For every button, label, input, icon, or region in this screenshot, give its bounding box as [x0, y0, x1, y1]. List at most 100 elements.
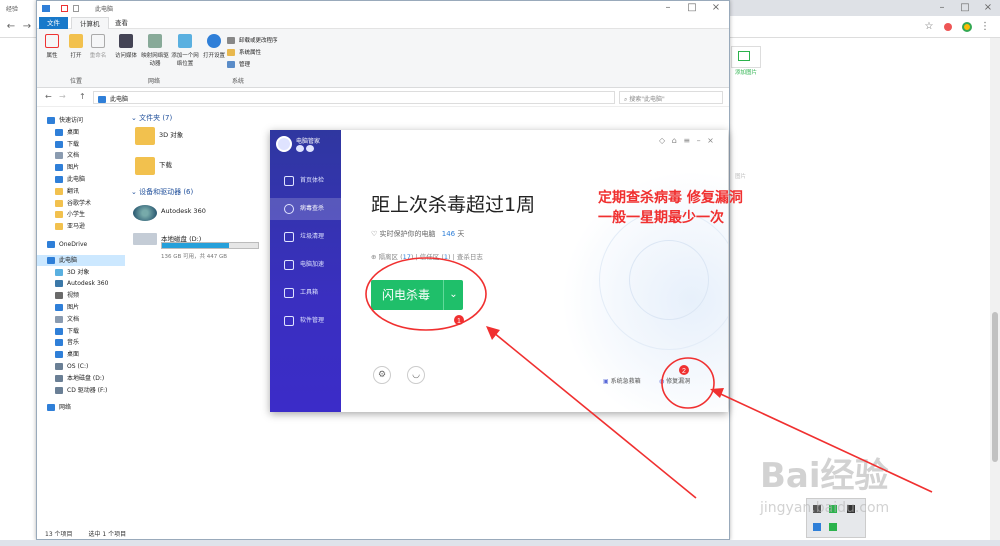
rename-button[interactable]: 重命名	[85, 34, 111, 59]
sidebar-item[interactable]: 翻讯	[37, 186, 125, 197]
close-icon[interactable]: ×	[707, 136, 714, 145]
folders-header[interactable]: ⌄ 文件夹 (7)	[131, 113, 172, 123]
quick-scan-button[interactable]: 闪电杀毒 ⌄	[371, 280, 463, 310]
scan-log-link[interactable]: 查杀日志	[457, 253, 483, 261]
page-scrollbar[interactable]	[990, 38, 1000, 546]
sidebar-item[interactable]: 此电脑	[37, 174, 125, 185]
sidebar-item[interactable]: 小学生	[37, 209, 125, 220]
sidebar-item[interactable]: 视频	[37, 290, 125, 301]
manage-label: 管理	[239, 62, 251, 68]
sidebar-item[interactable]: 网络	[37, 402, 125, 413]
minimize-icon[interactable]: –	[697, 136, 701, 145]
address-bar[interactable]: 此电脑	[93, 91, 615, 104]
maximize-icon[interactable]: □	[958, 1, 972, 15]
sidebar-item[interactable]: 音乐	[37, 337, 125, 348]
folder-3d-label[interactable]: 3D 对象	[159, 129, 183, 139]
nav-back-icon[interactable]: ←	[45, 92, 52, 101]
pc-nav-item[interactable]: 垃圾清理	[270, 226, 341, 248]
sidebar-item[interactable]: 下载	[37, 326, 125, 337]
sidebar-item[interactable]: 亚马逊	[37, 221, 125, 232]
shield-icon[interactable]: ◡	[407, 366, 425, 384]
sidebar-item[interactable]: 桌面	[37, 349, 125, 360]
sidebar-item[interactable]: 下载	[37, 139, 125, 150]
sidebar-item[interactable]: CD 驱动器 (F:)	[37, 385, 125, 396]
sidebar-item[interactable]: 文档	[37, 150, 125, 161]
autodesk-icon[interactable]	[133, 205, 157, 221]
sidebar-item[interactable]: 快速访问	[37, 115, 125, 126]
sidebar-item[interactable]: 图片	[37, 302, 125, 313]
menu-icon[interactable]: ≡	[683, 136, 690, 145]
avatar[interactable]	[276, 136, 292, 152]
tab-file[interactable]: 文件	[39, 17, 68, 29]
search-input[interactable]: ⌕ 搜索"此电脑"	[619, 91, 723, 104]
folder-download-label[interactable]: 下载	[159, 159, 172, 169]
back-icon[interactable]: ←	[4, 20, 18, 34]
repair-vulnerability-button[interactable]: ◍ 修复漏洞	[659, 376, 690, 385]
pc-nav-label: 电脑加速	[300, 261, 325, 268]
sidebar-item[interactable]: 桌面	[37, 127, 125, 138]
system-rescue-button[interactable]: ▣ 系统急救箱	[603, 376, 641, 385]
nav-forward-icon[interactable]: →	[59, 92, 66, 101]
system-properties-button[interactable]: 系统属性	[227, 48, 261, 56]
sidebar-item[interactable]: OneDrive	[37, 239, 125, 250]
minimize-icon[interactable]: –	[935, 1, 949, 15]
settings-icon[interactable]: ⚙	[373, 366, 391, 384]
tab-view[interactable]: 查看	[107, 17, 136, 29]
trust-link[interactable]: 信任区	[420, 253, 440, 261]
map-drive-button[interactable]: 映射网络驱动器	[139, 34, 171, 67]
sidebar-item[interactable]: 谷歌学术	[37, 198, 125, 209]
pc-nav-item[interactable]: 工具箱	[270, 282, 341, 304]
chrome-icon[interactable]	[962, 22, 972, 32]
folder-download-icon[interactable]	[135, 157, 155, 175]
pc-manager-sidebar: 电脑管家 首页体检 病毒查杀 垃圾清理 电脑加速 工具箱 软件管理	[270, 130, 341, 412]
manage-button[interactable]: 管理	[227, 60, 250, 68]
forward-icon[interactable]: →	[20, 20, 34, 34]
tray-shield-icon[interactable]	[813, 523, 821, 531]
folder-3d-icon[interactable]	[135, 127, 155, 145]
uninstall-button[interactable]: 卸载或更改程序	[227, 36, 278, 44]
menu-icon[interactable]: ⋮	[978, 20, 992, 34]
sidebar-item[interactable]: 图片	[37, 162, 125, 173]
extension-icon[interactable]	[944, 23, 952, 31]
star-icon[interactable]: ☆	[922, 20, 936, 34]
sidebar-item[interactable]: 此电脑	[37, 254, 125, 266]
sidebar-item-icon	[55, 351, 63, 359]
sidebar-item[interactable]: 本地磁盘 (D:)	[37, 373, 125, 384]
properties-button[interactable]: 属性	[39, 34, 65, 59]
pc-manager-main: ◇ ⌂ ≡ – × 距上次杀毒超过1周 ♡ 实时保护你的电脑 146 天 ⊕ 隔…	[341, 130, 728, 412]
pc-nav-item[interactable]: 电脑加速	[270, 254, 341, 276]
add-image-link[interactable]: 添加图片	[735, 68, 757, 76]
add-location-button[interactable]: 添加一个网络位置	[169, 34, 201, 67]
quarantine-link[interactable]: 隔离区	[379, 253, 399, 261]
nav-up-icon[interactable]: ↑	[79, 92, 86, 101]
sidebar-item-label: OS (C:)	[67, 363, 89, 370]
shirt-icon[interactable]: ⌂	[672, 136, 677, 145]
devices-header[interactable]: ⌄ 设备和驱动器 (6)	[131, 187, 193, 197]
pc-nav-item[interactable]: 软件管理	[270, 310, 341, 332]
tray-app-icon[interactable]	[829, 523, 837, 531]
tab-computer[interactable]: 计算机	[71, 17, 109, 29]
checkmark-icon[interactable]	[61, 5, 68, 12]
badge-icon	[296, 145, 304, 152]
pc-nav-item[interactable]: 病毒查杀	[270, 198, 341, 220]
open-settings-button[interactable]: 打开设置	[201, 34, 227, 59]
page-icon[interactable]	[73, 5, 79, 12]
disk-icon[interactable]	[133, 233, 157, 245]
ribbon: 属性 打开 重命名 位置 访问媒体 映射网络驱动器 添加一个网络位置 网络 打开…	[37, 29, 729, 88]
explorer-maximize-icon[interactable]: □	[685, 1, 699, 15]
sidebar-item[interactable]: 文档	[37, 314, 125, 325]
autodesk-label[interactable]: Autodesk 360	[161, 207, 206, 215]
pc-nav-item[interactable]: 首页体检	[270, 170, 341, 192]
sidebar-item[interactable]: OS (C:)	[37, 361, 125, 372]
media-button[interactable]: 访问媒体	[113, 34, 139, 59]
open-settings-label: 打开设置	[202, 53, 225, 59]
diamond-icon[interactable]: ◇	[659, 136, 665, 145]
explorer-close-icon[interactable]: ×	[709, 1, 723, 15]
scrollbar-thumb[interactable]	[992, 312, 998, 462]
close-icon[interactable]: ×	[981, 1, 995, 15]
quick-scan-label[interactable]: 闪电杀毒	[371, 280, 441, 310]
sidebar-item[interactable]: Autodesk 360	[37, 278, 125, 289]
sidebar-item[interactable]: 3D 对象	[37, 267, 125, 278]
explorer-minimize-icon[interactable]: –	[661, 1, 675, 15]
chevron-down-icon[interactable]: ⌄	[443, 280, 463, 310]
